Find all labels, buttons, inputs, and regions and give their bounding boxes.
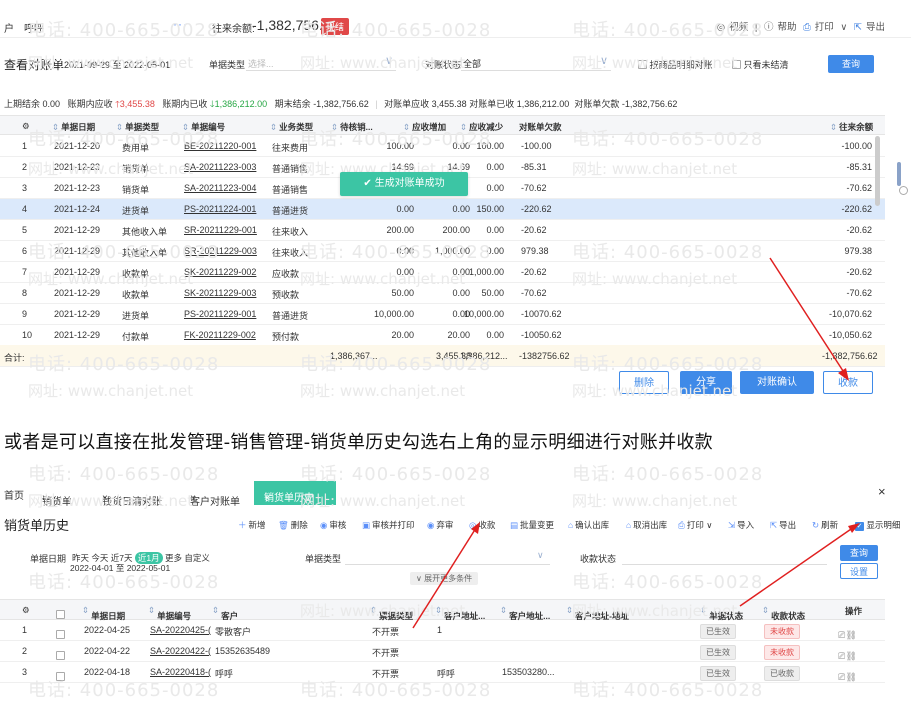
toast-text: 生成对账单成功 bbox=[374, 178, 445, 189]
check-icon: ✔ bbox=[363, 178, 372, 189]
annotation-arrows bbox=[412, 257, 860, 629]
success-toast: ✔ 生成对账单成功 bbox=[340, 172, 468, 196]
